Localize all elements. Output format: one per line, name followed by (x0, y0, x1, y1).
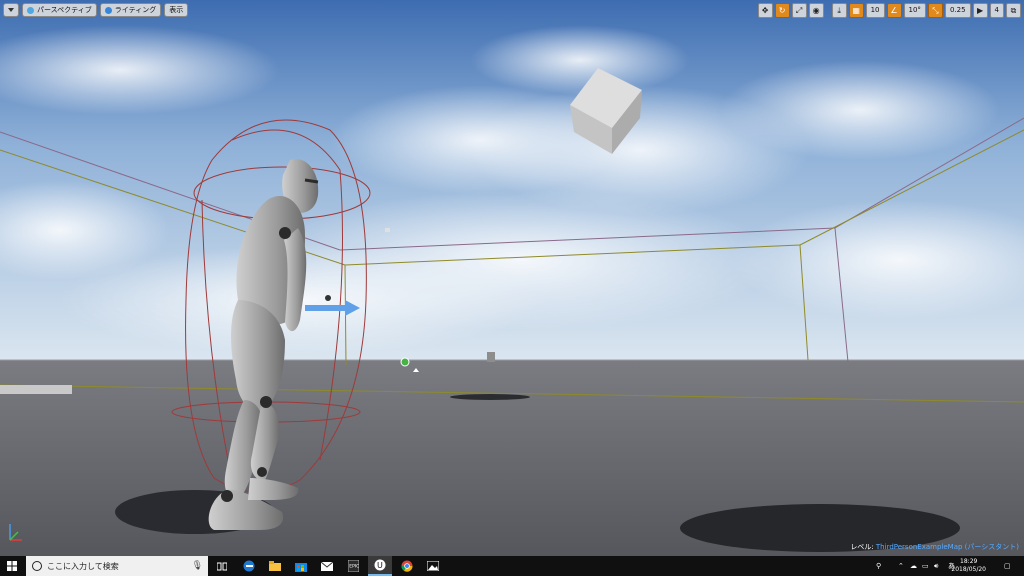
onedrive-icon[interactable]: ☁ (910, 556, 917, 576)
show-label: 表示 (169, 6, 184, 14)
perspective-button[interactable]: パースペクティブ (22, 3, 97, 17)
cube-shadow (450, 394, 530, 400)
light-prop (385, 228, 390, 232)
rotation-snap-value[interactable]: 10° (903, 3, 926, 18)
rotation-snap-icon[interactable]: ∠ (886, 3, 902, 18)
photos-icon (427, 561, 439, 571)
rotate-mode-icon[interactable]: ↻ (774, 3, 790, 18)
clock-time: 18:29 (960, 558, 978, 565)
unreal-engine-icon: U (374, 559, 386, 571)
epic-games-icon: EPIC (347, 560, 359, 572)
edge-icon (243, 560, 255, 572)
taskbar-app-edge[interactable] (238, 556, 260, 576)
translate-mode-icon[interactable]: ✥ (757, 3, 773, 18)
taskbar-clock[interactable]: 18:29 2018/05/20 (951, 558, 986, 574)
scale-snap-value[interactable]: 0.25 (944, 3, 971, 18)
search-placeholder: ここに入力して検索 (47, 561, 119, 571)
player-start (400, 357, 410, 367)
chrome-icon (401, 560, 413, 572)
scene-render (0, 0, 1024, 556)
level-viewport[interactable]: パースペクティブ ライティング 表示 ✥ ↻ ⤢ ◉ ⤓ ▦ 10 ∠ 10° … (0, 0, 1024, 556)
viewport-toolbar-right: ✥ ↻ ⤢ ◉ ⤓ ▦ 10 ∠ 10° ⤡ 0.25 ▶ 4 ⧉ (757, 3, 1021, 18)
camera-speed-icon[interactable]: ▶ (972, 3, 988, 18)
lighting-label: ライティング (114, 6, 157, 14)
microphone-icon[interactable]: 🎙 (192, 561, 203, 571)
volume-icon[interactable]: 🔊︎ (934, 556, 938, 576)
show-button[interactable]: 表示 (164, 3, 189, 17)
camera-speed-value[interactable]: 4 (989, 3, 1004, 18)
taskbar-app-epic[interactable]: EPIC (342, 556, 364, 576)
people-icon[interactable]: ⚲ (876, 556, 881, 576)
maximize-viewport-icon[interactable]: ⧉ (1006, 3, 1021, 18)
taskbar-search[interactable]: ここに入力して検索 🎙 (26, 556, 208, 576)
taskbar-app-photos[interactable] (422, 556, 444, 576)
taskbar-app-mail[interactable] (316, 556, 338, 576)
lighting-icon (104, 6, 112, 14)
chevron-down-icon (8, 8, 14, 12)
camera-prop (487, 352, 495, 362)
viewport-toolbar-left: パースペクティブ ライティング 表示 (3, 3, 189, 17)
store-icon (295, 563, 307, 572)
clock-date: 2018/05/20 (951, 566, 986, 573)
lighting-button[interactable]: ライティング (99, 3, 162, 17)
grid-snap-value[interactable]: 10 (865, 3, 885, 18)
action-center-icon[interactable]: ▢ (1004, 556, 1011, 576)
taskbar-app-explorer[interactable] (264, 556, 286, 576)
level-info: レベル: ThirdPersonExampleMap (パーシスタント) (850, 542, 1019, 552)
perspective-icon (27, 6, 34, 14)
level-prefix: レベル: (850, 543, 874, 551)
scale-mode-icon[interactable]: ⤢ (791, 3, 807, 18)
floor-ledge (0, 385, 72, 394)
start-button[interactable] (0, 556, 24, 576)
grid-snap-icon[interactable]: ▦ (848, 3, 864, 18)
taskbar-app-unreal[interactable]: U (368, 556, 392, 576)
level-suffix: (パーシスタント) (964, 543, 1019, 551)
level-map-name: ThirdPersonExampleMap (875, 543, 963, 551)
svg-text:U: U (377, 561, 383, 570)
tray-overflow-icon[interactable]: ⌃ (898, 556, 904, 576)
perspective-label: パースペクティブ (37, 6, 92, 14)
task-view-button[interactable] (212, 556, 232, 576)
task-view-icon (217, 562, 227, 570)
world-local-icon[interactable]: ◉ (808, 3, 824, 18)
windows-logo-icon (7, 561, 17, 571)
folder-icon (269, 561, 281, 571)
viewport-options-button[interactable] (3, 3, 19, 17)
cortana-icon (32, 561, 42, 571)
svg-text:EPIC: EPIC (349, 564, 359, 570)
taskbar-app-chrome[interactable] (396, 556, 418, 576)
taskbar: ここに入力して検索 🎙 EPIC U ⚲ ⌃ ☁ ▭ 🔊︎ あ 18:29 20… (0, 556, 1024, 576)
scale-snap-icon[interactable]: ⤡ (927, 3, 943, 18)
network-icon[interactable]: ▭ (922, 556, 929, 576)
taskbar-app-store[interactable] (290, 556, 312, 576)
mail-icon (321, 561, 333, 571)
surface-snap-icon[interactable]: ⤓ (831, 3, 847, 18)
